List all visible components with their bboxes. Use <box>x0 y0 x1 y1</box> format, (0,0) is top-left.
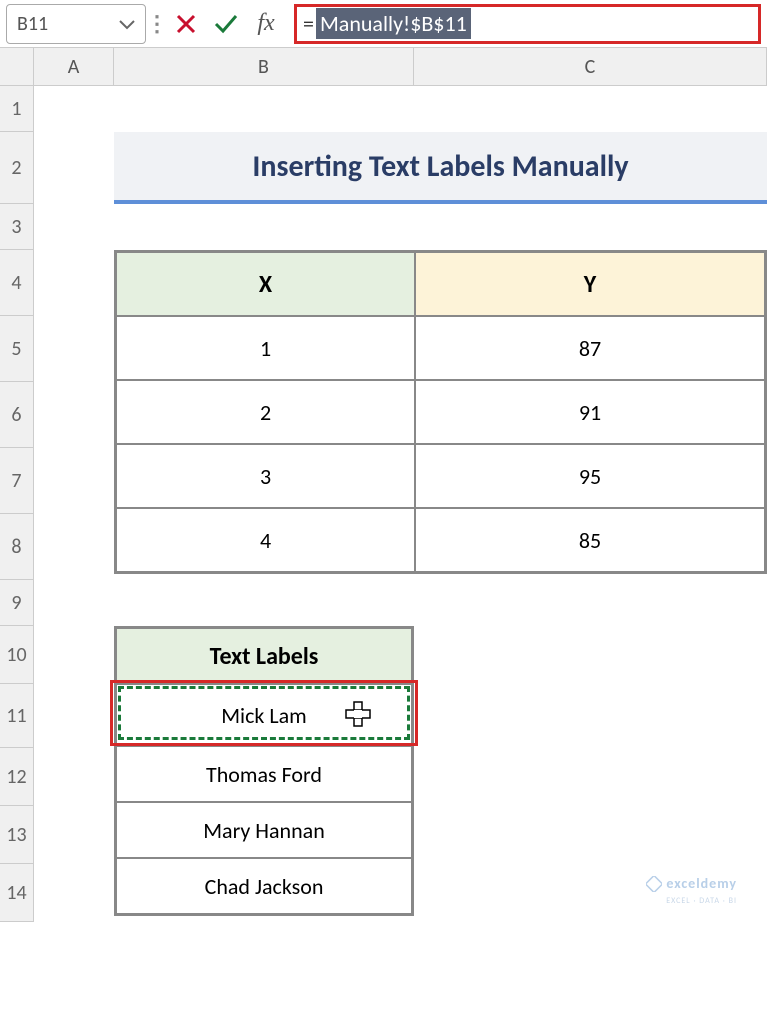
header-x: X <box>116 252 415 316</box>
cell-x: 4 <box>116 508 415 572</box>
cell-x: 1 <box>116 316 415 380</box>
label-cell: Mary Hannan <box>116 802 412 858</box>
cell-y: 87 <box>415 316 765 380</box>
row-header[interactable]: 10 <box>0 626 34 684</box>
cells-area[interactable]: Inserting Text Labels Manually X Y 1 87 … <box>34 86 767 922</box>
column-header-C[interactable]: C <box>414 48 767 85</box>
chevron-down-icon[interactable] <box>119 12 135 36</box>
label-cell-selected: Mick Lam <box>116 684 412 746</box>
labels-table: Text Labels Mick Lam Thomas Ford Mary Ha… <box>114 626 414 916</box>
row-header[interactable]: 13 <box>0 806 34 864</box>
fx-icon[interactable]: fx <box>246 4 286 44</box>
cell-y: 95 <box>415 444 765 508</box>
equals-sign: = <box>303 10 314 37</box>
row-header[interactable]: 11 <box>0 684 34 748</box>
watermark-text: exceldemy <box>666 875 737 892</box>
row-header[interactable]: 8 <box>0 514 34 580</box>
enter-button[interactable] <box>206 4 246 44</box>
formula-input[interactable]: =Manually!$B$11 <box>303 8 471 39</box>
row-header[interactable]: 1 <box>0 86 34 132</box>
formula-reference: Manually!$B$11 <box>316 8 471 39</box>
select-all-corner[interactable] <box>0 48 34 85</box>
cell-reference: B11 <box>17 12 48 36</box>
divider-icon: ⋮ <box>146 10 166 37</box>
row-header[interactable]: 9 <box>0 580 34 626</box>
formula-bar: B11 ⋮ fx =Manually!$B$11 <box>0 0 767 48</box>
row-header[interactable]: 7 <box>0 448 34 514</box>
row-header[interactable]: 4 <box>0 250 34 316</box>
watermark-tagline: EXCEL · DATA · BI <box>666 896 737 906</box>
column-headers: A B C <box>0 48 767 86</box>
page-title: Inserting Text Labels Manually <box>114 132 767 204</box>
cancel-button[interactable] <box>166 4 206 44</box>
xy-table: X Y 1 87 2 91 3 95 4 85 <box>114 250 767 574</box>
row-header[interactable]: 6 <box>0 382 34 448</box>
row-header[interactable]: 2 <box>0 132 34 204</box>
cell-y: 91 <box>415 380 765 444</box>
cell-x: 2 <box>116 380 415 444</box>
column-header-A[interactable]: A <box>34 48 114 85</box>
row-header[interactable]: 14 <box>0 864 34 922</box>
row-header[interactable]: 12 <box>0 748 34 806</box>
column-header-B[interactable]: B <box>114 48 414 85</box>
name-box[interactable]: B11 <box>6 4 146 44</box>
label-cell: Thomas Ford <box>116 746 412 802</box>
row-headers: 1 2 3 4 5 6 7 8 9 10 11 12 13 14 <box>0 86 34 922</box>
label-cell: Chad Jackson <box>116 858 412 914</box>
row-header[interactable]: 5 <box>0 316 34 382</box>
grid: 1 2 3 4 5 6 7 8 9 10 11 12 13 14 Inserti… <box>0 86 767 922</box>
labels-header: Text Labels <box>116 628 412 684</box>
formula-input-highlight: =Manually!$B$11 <box>294 4 761 44</box>
cell-y: 85 <box>415 508 765 572</box>
watermark-logo: exceldemy <box>646 875 737 892</box>
row-header[interactable]: 3 <box>0 204 34 250</box>
header-y: Y <box>415 252 765 316</box>
cell-x: 3 <box>116 444 415 508</box>
